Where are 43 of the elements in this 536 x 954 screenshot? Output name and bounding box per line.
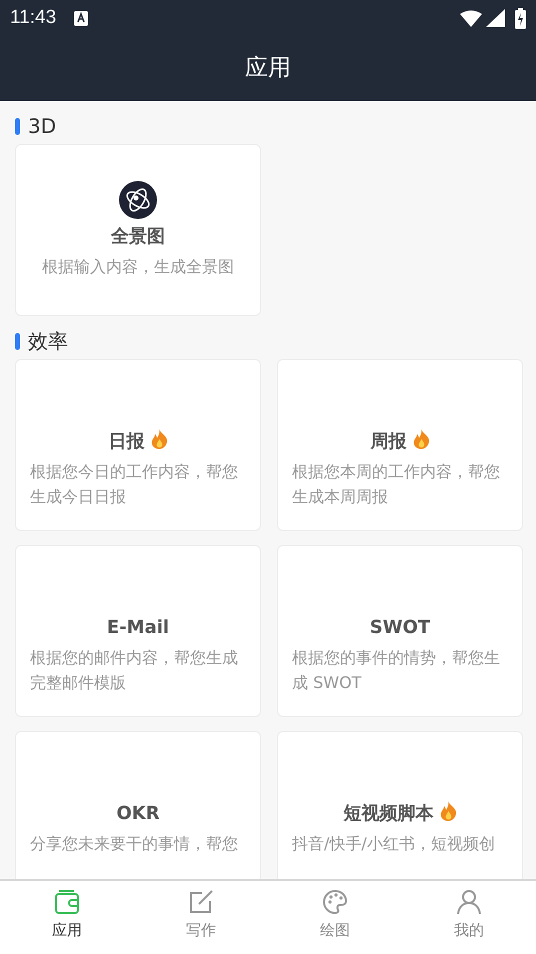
wallet-icon xyxy=(54,889,80,915)
section-title: 效率 xyxy=(28,328,68,355)
card-title: OKR xyxy=(116,803,160,824)
tab-item[interactable]: 应用 xyxy=(0,881,134,954)
card-title: 短视频脚本 xyxy=(344,803,434,824)
app-card[interactable]: 全景图 根据输入内容，生成全景图 xyxy=(15,144,261,316)
card-title: 全景图 xyxy=(111,226,165,247)
fire-icon xyxy=(440,801,456,821)
app-card[interactable]: 周报 根据您本周的工作内容，帮您生成本周周报 xyxy=(277,359,523,531)
card-description: 根据您今日的工作内容，帮您生成今日日报 xyxy=(30,461,239,508)
tab-item[interactable]: 我的 xyxy=(402,881,536,954)
section-title: 3D xyxy=(28,113,56,140)
palette-icon xyxy=(322,889,348,915)
card-description: 抖音/快手/小红书，短视频创 xyxy=(292,833,496,855)
fire-icon xyxy=(412,429,430,449)
card-title: 日报 xyxy=(108,431,144,452)
card-description: 根据您本周的工作内容，帮您生成本周周报 xyxy=(292,461,501,508)
app-card[interactable]: SWOT 根据您的事件的情势，帮您生成 SWOT xyxy=(277,545,523,717)
status-time: 11:43 xyxy=(10,6,56,30)
app-card[interactable]: OKR 分享您未来要干的事情，帮您 xyxy=(15,731,261,879)
fire-icon xyxy=(150,429,168,449)
section-marker xyxy=(15,332,20,350)
keyboard-icon xyxy=(74,10,88,26)
wifi-icon xyxy=(460,10,482,26)
battery-icon xyxy=(515,8,526,28)
section-marker xyxy=(15,118,20,134)
card-description: 根据您的事件的情势，帮您生成 SWOT xyxy=(292,647,501,694)
card-title: SWOT xyxy=(370,617,430,638)
atom-icon xyxy=(119,181,157,219)
app-card[interactable]: 短视频脚本 抖音/快手/小红书，短视频创 xyxy=(277,731,523,879)
page-title: 应用 xyxy=(245,54,291,84)
card-description: 根据输入内容，生成全景图 xyxy=(42,256,234,278)
tab-item[interactable]: 写作 xyxy=(134,881,268,954)
card-description: 分享您未来要干的事情，帮您 xyxy=(30,833,239,855)
app-card[interactable]: 日报 根据您今日的工作内容，帮您生成今日日报 xyxy=(15,359,261,531)
signal-icon xyxy=(486,9,505,27)
app-card[interactable]: E-Mail 根据您的邮件内容，帮您生成完整邮件模版 xyxy=(15,545,261,717)
card-title: E-Mail xyxy=(106,617,170,638)
card-title: 周报 xyxy=(370,431,406,452)
tab-item[interactable]: 绘图 xyxy=(268,881,402,954)
edit-icon xyxy=(188,889,214,915)
card-description: 根据您的邮件内容，帮您生成完整邮件模版 xyxy=(30,647,239,694)
person-icon xyxy=(456,889,482,915)
